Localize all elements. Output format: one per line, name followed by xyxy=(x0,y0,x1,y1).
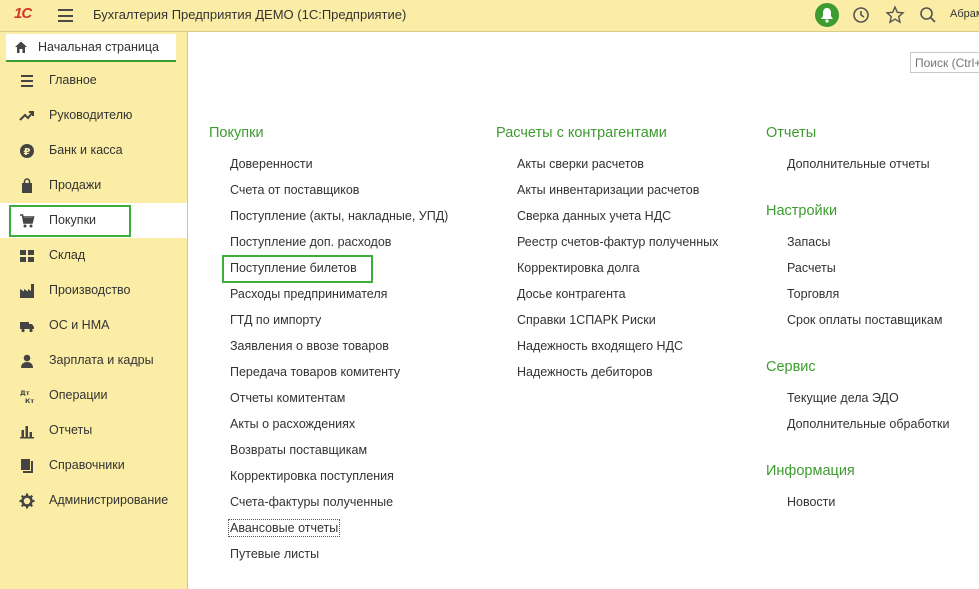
sidebar-item-salary[interactable]: Зарплата и кадры xyxy=(0,343,187,378)
link-item-advance-reports[interactable]: Авансовые отчеты xyxy=(227,519,341,537)
link-item[interactable]: Доверенности xyxy=(230,157,313,171)
shopping-bag-icon xyxy=(22,178,32,193)
section-title-settlements: Расчеты с контрагентами xyxy=(496,125,667,141)
sidebar-item-label: Операции xyxy=(49,388,108,402)
section-title-service: Сервис xyxy=(766,359,816,375)
cart-icon xyxy=(20,214,35,228)
link-item[interactable]: Счета-фактуры полученные xyxy=(230,495,393,509)
app-title: Бухгалтерия Предприятия ДЕМО (1С:Предпри… xyxy=(93,7,407,22)
sidebar-item-label: Банк и касса xyxy=(49,143,123,157)
sidebar-item-warehouse[interactable]: Склад xyxy=(0,238,187,273)
link-item[interactable]: Передача товаров комитенту xyxy=(230,365,400,379)
section-title-purchases: Покупки xyxy=(209,125,264,141)
tab-home-page[interactable]: Начальная страница xyxy=(6,34,176,62)
sidebar-item-label: Справочники xyxy=(49,458,125,472)
link-item[interactable]: Расходы предпринимателя xyxy=(230,287,387,301)
history-icon[interactable] xyxy=(851,5,871,25)
link-item[interactable]: Счета от поставщиков xyxy=(230,183,359,197)
sidebar-item-label: Склад xyxy=(49,248,86,262)
sidebar-item-purchases[interactable]: Покупки xyxy=(0,203,187,238)
sidebar-item-label: Отчеты xyxy=(49,423,93,437)
sidebar-item-label: Продажи xyxy=(49,178,102,192)
link-item[interactable]: Акты о расхождениях xyxy=(230,417,355,431)
1c-logo: 1С xyxy=(14,5,32,22)
link-item[interactable]: Заявления о ввозе товаров xyxy=(230,339,389,353)
sections-panel: Начальная страница Главное Руководителю … xyxy=(0,32,188,589)
link-item[interactable]: Дополнительные обработки xyxy=(787,417,949,431)
section-title-reports: Отчеты xyxy=(766,125,817,141)
search-input[interactable] xyxy=(910,52,979,73)
sidebar-item-bank[interactable]: ₽ Банк и касса xyxy=(0,133,187,168)
link-item[interactable]: Запасы xyxy=(787,235,830,249)
sidebar-item-label: ОС и НМА xyxy=(49,318,110,332)
notifications-bell-icon[interactable] xyxy=(815,3,839,27)
sidebar-item-administration[interactable]: Администрирование xyxy=(0,483,187,518)
search-icon[interactable] xyxy=(918,5,938,25)
link-item[interactable]: Корректировка долга xyxy=(517,261,640,275)
favorites-star-icon[interactable] xyxy=(885,5,905,25)
link-item[interactable]: Новости xyxy=(787,495,835,509)
title-bar: 1С Бухгалтерия Предприятия ДЕМО (1С:Пред… xyxy=(0,0,979,32)
dt-kt-icon: ДтКт xyxy=(20,389,34,404)
link-item[interactable]: Путевые листы xyxy=(230,547,319,561)
link-item[interactable]: Справки 1СПАРК Риски xyxy=(517,313,656,327)
link-item[interactable]: Сверка данных учета НДС xyxy=(517,209,671,223)
factory-icon xyxy=(20,284,34,298)
sidebar-item-label: Главное xyxy=(49,73,97,87)
truck-icon xyxy=(20,322,34,333)
user-name[interactable]: Абрамов xyxy=(950,8,979,20)
gear-icon xyxy=(19,493,35,509)
svg-text:Дт: Дт xyxy=(20,389,30,397)
section-title-information: Информация xyxy=(766,463,855,479)
svg-text:₽: ₽ xyxy=(24,147,31,158)
home-icon xyxy=(15,41,27,53)
link-item[interactable]: Корректировка поступления xyxy=(230,469,394,483)
ruble-coin-icon: ₽ xyxy=(20,144,34,158)
link-item[interactable]: Расчеты xyxy=(787,261,836,275)
section-title-settings: Настройки xyxy=(766,203,838,219)
svg-text:Кт: Кт xyxy=(25,397,34,404)
link-item[interactable]: Текущие дела ЭДО xyxy=(787,391,899,405)
bar-chart-icon xyxy=(20,426,34,439)
link-item[interactable]: Акты сверки расчетов xyxy=(517,157,644,171)
link-item[interactable]: Дополнительные отчеты xyxy=(787,157,930,171)
sidebar-item-operations[interactable]: Дт Кт Операции xyxy=(0,378,187,413)
trend-up-icon xyxy=(19,111,34,121)
books-icon xyxy=(21,459,33,473)
link-item[interactable]: Торговля xyxy=(787,287,839,301)
link-item[interactable]: Реестр счетов-фактур полученных xyxy=(517,235,718,249)
person-icon xyxy=(21,354,33,368)
home-tab-label: Начальная страница xyxy=(38,40,159,54)
sidebar-item-director[interactable]: Руководителю xyxy=(0,98,187,133)
sidebar-item-label: Зарплата и кадры xyxy=(49,353,154,367)
sidebar-item-reports[interactable]: Отчеты xyxy=(0,413,187,448)
menu-lines-icon xyxy=(21,75,33,87)
link-item[interactable]: ГТД по импорту xyxy=(230,313,321,327)
link-item[interactable]: Поступление (акты, накладные, УПД) xyxy=(230,209,448,223)
sidebar-item-main[interactable]: Главное xyxy=(0,63,187,98)
sidebar-item-fixed-assets[interactable]: ОС и НМА xyxy=(0,308,187,343)
sidebar-item-label: Производство xyxy=(49,283,131,297)
sidebar-item-production[interactable]: Производство xyxy=(0,273,187,308)
sidebar-item-label: Руководителю xyxy=(49,108,133,122)
link-item[interactable]: Надежность дебиторов xyxy=(517,365,653,379)
sidebar-item-label: Администрирование xyxy=(49,493,169,507)
warehouse-icon xyxy=(20,250,34,262)
link-item[interactable]: Надежность входящего НДС xyxy=(517,339,683,353)
link-item[interactable]: Срок оплаты поставщикам xyxy=(787,313,942,327)
link-item-tickets[interactable]: Поступление билетов xyxy=(230,261,357,275)
link-item[interactable]: Поступление доп. расходов xyxy=(230,235,391,249)
link-item[interactable]: Возвраты поставщикам xyxy=(230,443,367,457)
link-item[interactable]: Отчеты комитентам xyxy=(230,391,345,405)
main-menu-button[interactable] xyxy=(58,9,73,22)
link-item[interactable]: Акты инвентаризации расчетов xyxy=(517,183,699,197)
link-item[interactable]: Досье контрагента xyxy=(517,287,626,301)
sidebar-item-catalogs[interactable]: Справочники xyxy=(0,448,187,483)
sidebar-item-sales[interactable]: Продажи xyxy=(0,168,187,203)
sidebar-item-label: Покупки xyxy=(49,213,97,227)
